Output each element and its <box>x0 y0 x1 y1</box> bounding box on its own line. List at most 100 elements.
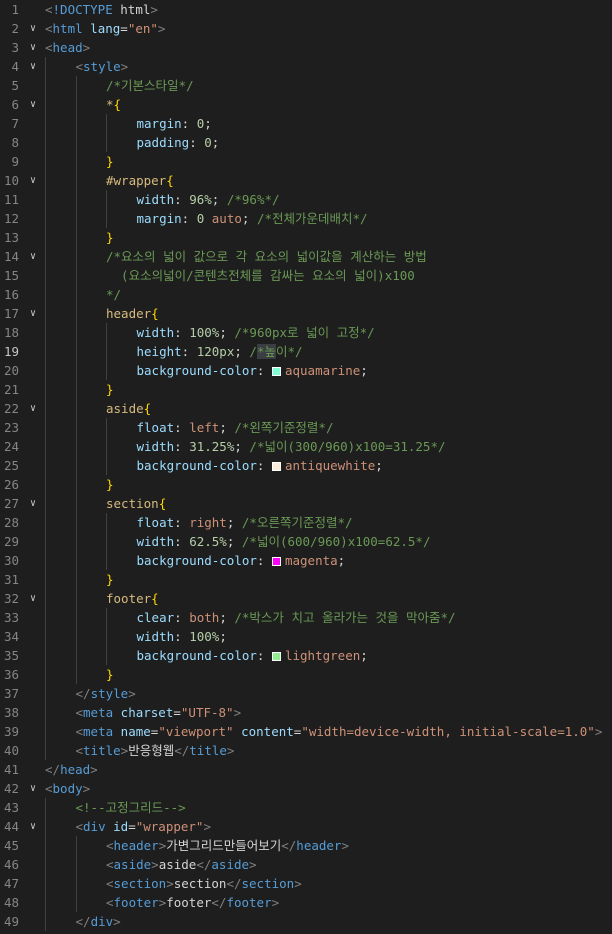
chevron-down-icon[interactable]: ∨ <box>27 247 39 266</box>
code-line[interactable]: 2 ∨ <html lang="en"> <box>0 19 612 38</box>
code-line[interactable]: 17 ∨ header{ <box>0 304 612 323</box>
chevron-down-icon[interactable]: ∨ <box>27 779 39 798</box>
code-token: : <box>174 325 190 340</box>
code-line[interactable]: 19 height: 120px; /*높이*/ <box>0 342 612 361</box>
code-line[interactable]: 1 <!DOCTYPE html> <box>0 0 612 19</box>
code-line[interactable]: 32 ∨ footer{ <box>0 589 612 608</box>
line-number: 33 <box>3 610 19 625</box>
code-line[interactable]: 49 </div> <box>0 912 612 931</box>
code-token: (요소의넓이/콘텐츠전체를 감싸는 요소의 넓이)x100 <box>106 268 415 283</box>
code-line[interactable]: 47 <section>section</section> <box>0 874 612 893</box>
code-line[interactable]: 27 ∨ section{ <box>0 494 612 513</box>
code-line[interactable]: 41 </head> <box>0 760 612 779</box>
code-token: left <box>189 420 220 435</box>
code-line[interactable]: 45 <header>가변그리드만들어보기</header> <box>0 836 612 855</box>
code-token: section <box>173 876 227 891</box>
code-line[interactable]: 22 ∨ aside{ <box>0 399 612 418</box>
code-line[interactable]: 43 <!--고정그리드--> <box>0 798 612 817</box>
code-line[interactable]: 39 <meta name="viewport" content="width=d… <box>0 722 612 741</box>
code-token: header <box>106 306 152 321</box>
code-line[interactable]: 36} <box>0 665 612 684</box>
code-line[interactable]: 48 <footer>footer</footer> <box>0 893 612 912</box>
code-line[interactable]: 11 width: 96%; /*96%*/ <box>0 190 612 209</box>
code-token: "viewport" <box>158 724 234 739</box>
code-token: > <box>82 781 91 796</box>
code-token: background-color <box>136 363 257 378</box>
code-line[interactable]: 18 width: 100%; /*960px로 넓이 고정*/ <box>0 323 612 342</box>
line-content: } <box>106 665 114 684</box>
code-token: html <box>52 21 83 36</box>
code-line[interactable]: 7 margin: 0; <box>0 114 612 133</box>
chevron-down-icon[interactable]: ∨ <box>27 38 39 57</box>
code-line[interactable]: 35 background-color: lightgreen; <box>0 646 612 665</box>
code-line[interactable]: 38 <meta charset="UTF-8"> <box>0 703 612 722</box>
indent-guide <box>45 171 46 190</box>
indent-guide <box>45 361 46 380</box>
code-line[interactable]: 5 /*기본스타일*/ <box>0 76 612 95</box>
chevron-down-icon[interactable]: ∨ <box>27 19 39 38</box>
code-token: } <box>106 382 114 397</box>
code-line[interactable]: 21} <box>0 380 612 399</box>
code-editor[interactable]: 1 <!DOCTYPE html> 2 ∨ <html lang="en"> 3 ∨ <hea… <box>0 0 612 934</box>
line-number: 15 <box>3 268 19 283</box>
indent-guide <box>45 418 46 437</box>
chevron-down-icon[interactable]: ∨ <box>27 95 39 114</box>
line-content: </head> <box>45 760 98 779</box>
code-line[interactable]: 8 padding: 0; <box>0 133 612 152</box>
indent-guide <box>75 570 77 589</box>
line-number: 45 <box>3 838 19 853</box>
line-content: width: 96%; /*96%*/ <box>137 190 280 209</box>
code-token: > <box>150 2 158 17</box>
code-line[interactable]: 23 float: left; /*왼쪽기준정렬*/ <box>0 418 612 437</box>
code-line[interactable]: 44 ∨ <div id="wrapper"> <box>0 817 612 836</box>
chevron-down-icon[interactable]: ∨ <box>27 171 39 190</box>
code-line[interactable]: 15 (요소의넓이/콘텐츠전체를 감싸는 요소의 넓이)x100 <box>0 266 612 285</box>
chevron-down-icon[interactable]: ∨ <box>27 57 39 76</box>
code-token: { <box>113 97 122 112</box>
code-token: float <box>136 420 175 435</box>
indent-guide <box>75 646 77 665</box>
line-content: float: right; /*오른쪽기준정렬*/ <box>137 513 353 532</box>
indent-guide <box>45 874 46 893</box>
code-line[interactable]: 24 width: 31.25%; /*넓이(300/960)x100=31.25… <box>0 437 612 456</box>
code-line[interactable]: 12 margin: 0 auto; /*전체가운데배치*/ <box>0 209 612 228</box>
chevron-down-icon[interactable]: ∨ <box>27 494 39 513</box>
code-line[interactable]: 37 </style> <box>0 684 612 703</box>
line-number: 42 <box>3 781 19 796</box>
chevron-down-icon[interactable]: ∨ <box>27 817 39 836</box>
code-token: : <box>256 553 272 568</box>
code-line[interactable]: 40 <title>반응형웹</title> <box>0 741 612 760</box>
code-line[interactable]: 13} <box>0 228 612 247</box>
line-number: 2 <box>11 21 19 36</box>
code-token: < <box>45 781 53 796</box>
chevron-down-icon[interactable]: ∨ <box>27 589 39 608</box>
indent-guide <box>45 817 46 836</box>
chevron-down-icon[interactable]: ∨ <box>27 304 39 323</box>
chevron-down-icon[interactable]: ∨ <box>27 399 39 418</box>
code-token: > <box>249 857 257 872</box>
code-line[interactable]: 29 width: 62.5%; /*넓이(600/960)x100=62.5*/ <box>0 532 612 551</box>
code-token: ; <box>219 325 235 340</box>
line-number: 46 <box>3 857 19 872</box>
code-line[interactable]: 6 ∨ *{ <box>0 95 612 114</box>
code-token: < <box>106 876 114 891</box>
indent-guide <box>75 627 77 646</box>
code-line[interactable]: 4 ∨ <style> <box>0 57 612 76</box>
code-line[interactable]: 25 background-color: antiquewhite; <box>0 456 612 475</box>
indent-guide <box>45 323 46 342</box>
code-line[interactable]: 28 float: right; /*오른쪽기준정렬*/ <box>0 513 612 532</box>
code-line[interactable]: 16 */ <box>0 285 612 304</box>
code-line[interactable]: 30 background-color: magenta; <box>0 551 612 570</box>
code-token: ; <box>241 211 257 226</box>
code-line[interactable]: 10 ∨ #wrapper{ <box>0 171 612 190</box>
code-line[interactable]: 20 background-color: aquamarine; <box>0 361 612 380</box>
code-line[interactable]: 34 width: 100%; <box>0 627 612 646</box>
code-line[interactable]: 31} <box>0 570 612 589</box>
code-line[interactable]: 9} <box>0 152 612 171</box>
code-line[interactable]: 33 clear: both; /*박스가 치고 올라가는 것을 막아줌*/ <box>0 608 612 627</box>
code-line[interactable]: 42 ∨ <body> <box>0 779 612 798</box>
code-line[interactable]: 3 ∨ <head> <box>0 38 612 57</box>
code-line[interactable]: 14 ∨ /*요소의 넓이 값으로 각 요소의 넓이값을 계산하는 방법 <box>0 247 612 266</box>
code-line[interactable]: 46 <aside>aside</aside> <box>0 855 612 874</box>
code-line[interactable]: 26} <box>0 475 612 494</box>
